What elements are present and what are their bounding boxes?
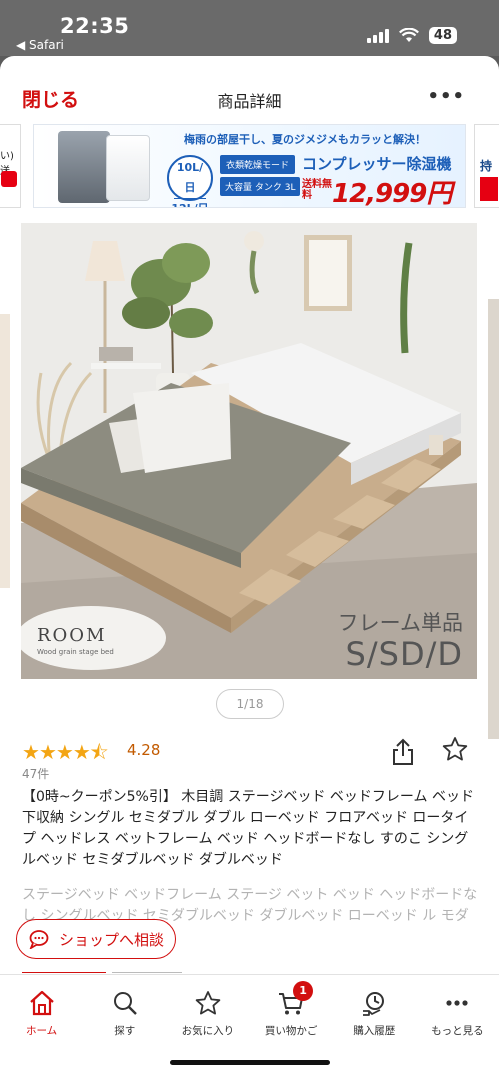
star-icon [195, 991, 221, 1015]
more-options-button[interactable]: ••• [427, 86, 465, 107]
share-icon[interactable] [392, 738, 414, 766]
favorite-star-icon[interactable] [442, 736, 468, 762]
frame-only-label: フレーム単品 [337, 611, 463, 635]
previous-banner-peek[interactable]: い)送 [0, 124, 21, 208]
capacity-badge: 10L/日 12L/日 [167, 155, 213, 207]
rating-row: ★★★★⯪ 4.28 47件 [22, 736, 482, 781]
back-to-safari-link[interactable]: ◀ Safari [16, 38, 64, 52]
capacity-top: 10L/日 [174, 158, 206, 199]
cart-count-badge: 1 [293, 981, 314, 1001]
shop-consult-button[interactable]: ショップへ相談 [16, 919, 176, 959]
tab-cart[interactable]: 1 買い物かご [250, 975, 333, 1054]
capacity-bottom: 12L/日 [169, 199, 211, 207]
tab-search[interactable]: 探す [83, 975, 166, 1054]
brand-logo: ROOM [37, 625, 107, 646]
previous-image-peek[interactable] [0, 314, 10, 588]
rating-value: 4.28 [127, 741, 161, 759]
next-image-peek[interactable] [488, 299, 499, 739]
battery-indicator: 48 [428, 27, 457, 44]
product-detail-sheet: 閉じる 商品詳細 ••• い)送 梅雨の部屋干し、夏のジメジメもカラッと解決！ … [0, 56, 499, 1080]
signal-icon [366, 28, 389, 43]
star-icon: ★ [38, 740, 57, 764]
home-indicator [170, 1060, 330, 1065]
play-icon [1, 171, 17, 187]
tab-label: 買い物かご [264, 1025, 318, 1037]
dehumidifier-image-white [106, 135, 150, 201]
size-options-label: S/SD/D [345, 635, 463, 673]
history-icon [363, 992, 385, 1016]
bottom-tab-bar: ホーム 探す お気に入り 1 買い物かご 購入履歴 もっと見る [0, 974, 499, 1054]
chat-icon [29, 930, 49, 949]
status-time: 22:35 [60, 14, 130, 38]
tab-label: 探す [114, 1025, 136, 1037]
ad-banner-carousel[interactable]: い)送 梅雨の部屋干し、夏のジメジメもカラッと解決！ 10L/日 12L/日 衣… [0, 124, 499, 208]
next-banner-red-mark [480, 177, 498, 201]
brand-subtitle: Wood grain stage bed [37, 648, 114, 656]
status-bar: 22:35 ◀ Safari 48 [0, 0, 499, 56]
dehumidifier-image-gray [58, 131, 110, 203]
product-title: 【0時~クーポン5%引】 木目調 ステージベッド ベッドフレーム ベッド下収納 … [22, 789, 474, 868]
product-image[interactable]: ROOM Wood grain stage bed フレーム単品 S/SD/D [21, 223, 477, 679]
next-banner-peek[interactable]: 持ち [474, 124, 499, 208]
mode-badge: 衣類乾燥モード [220, 155, 296, 174]
tab-home[interactable]: ホーム [0, 975, 83, 1054]
tab-favorites[interactable]: お気に入り [166, 975, 249, 1054]
banner-shipping: 送料無料 [302, 179, 332, 201]
tank-badge: 大容量 タンク 3L [220, 177, 301, 196]
tab-label: お気に入り [181, 1025, 235, 1037]
review-count-link[interactable]: 47件 [22, 765, 49, 782]
shop-consult-label: ショップへ相談 [59, 930, 165, 949]
search-icon [113, 992, 137, 1015]
tab-label: ホーム [25, 1025, 58, 1037]
banner-product-name: コンプレッサー除湿機 [302, 155, 452, 173]
star-icon: ★ [55, 740, 74, 764]
tab-more[interactable]: もっと見る [416, 975, 499, 1054]
status-icons: 48 [366, 27, 457, 44]
banner-headline: 梅雨の部屋干し、夏のジメジメもカラッと解決！ [184, 133, 426, 146]
page-title: 商品詳細 [217, 92, 282, 111]
tab-label: もっと見る [431, 1025, 484, 1037]
wifi-icon [398, 28, 419, 42]
star-icon: ★ [72, 740, 91, 764]
more-icon [446, 1000, 469, 1006]
half-star-icon: ⯪ [89, 740, 109, 764]
star-icon: ★ [22, 740, 40, 764]
tab-purchase-history[interactable]: 購入履歴 [333, 975, 416, 1054]
image-pager: 1/18 [216, 689, 284, 719]
top-nav: 閉じる 商品詳細 ••• [0, 56, 499, 122]
banner-price: 12,999円~ [332, 179, 452, 208]
tab-label: 購入履歴 [353, 1025, 396, 1037]
home-icon [29, 990, 54, 1016]
dehumidifier-ad-banner[interactable]: 梅雨の部屋干し、夏のジメジメもカラッと解決！ 10L/日 12L/日 衣類乾燥モ… [33, 124, 466, 208]
